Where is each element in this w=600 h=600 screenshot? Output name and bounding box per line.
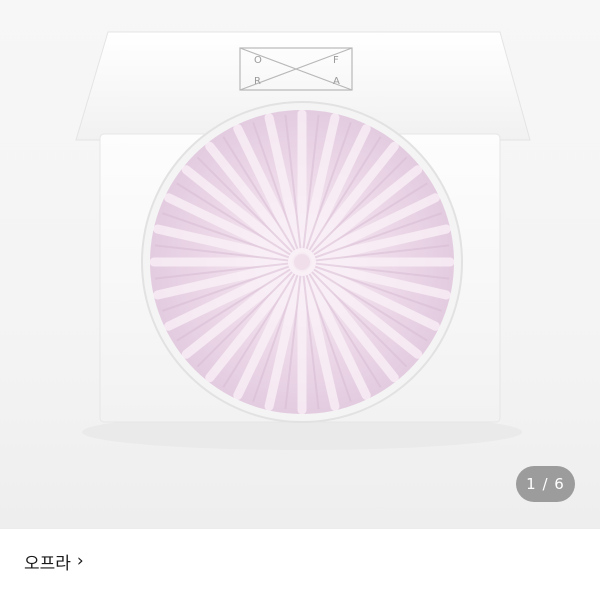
svg-text:F: F — [333, 55, 339, 66]
chevron-right-icon: › — [76, 551, 84, 571]
brand-store-link[interactable]: 오프라 › — [24, 548, 84, 574]
brand-label: 오프라 — [24, 553, 71, 574]
product-photo: O F R A — [75, 31, 531, 450]
svg-text:O: O — [254, 55, 262, 66]
svg-text:R: R — [254, 76, 261, 87]
product-image-carousel[interactable]: O F R A 1 / 6 — [0, 0, 600, 528]
svg-text:A: A — [333, 76, 340, 87]
image-page-counter: 1 / 6 — [516, 466, 575, 502]
section-divider — [0, 528, 600, 529]
product-detail-page: O F R A 1 / 6 오프라 › — [0, 0, 600, 600]
